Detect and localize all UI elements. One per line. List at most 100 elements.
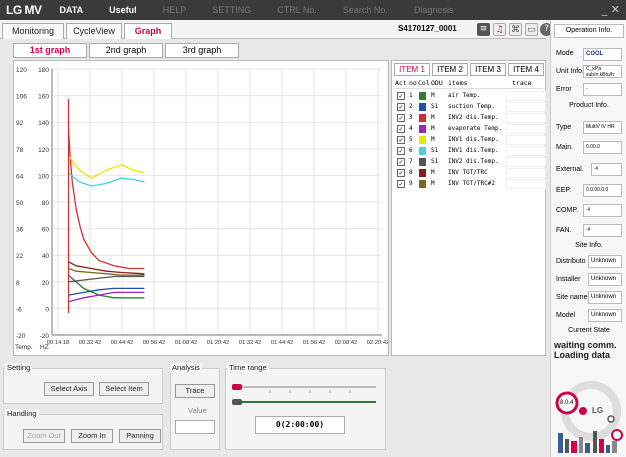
item-checkbox[interactable]: ✓ [397,125,405,133]
item-trace-cell [506,91,546,101]
line-chart[interactable]: 120 180106 16092 14078 12064 10050 8036 6022 408… [14,61,389,355]
main-label: Main. [556,144,574,151]
mode-value: COOL [583,48,622,61]
item-trace-cell [506,113,546,123]
mode-label: Mode [556,50,574,57]
screen-icon[interactable]: ▭ [525,23,538,36]
y-left-tick-label: 78 [16,147,24,154]
eep-label: EEP. [556,187,572,194]
site-info-header: Site Info. [575,242,603,249]
item-checkbox[interactable]: ✓ [397,180,405,188]
x-tick-label: 00:56:42 [143,340,166,346]
value-label: Value [186,406,209,415]
tab-2nd-graph[interactable]: 2nd graph [89,43,163,58]
y-right-tick-label: 80 [42,200,50,207]
x-tick-label: 00:44:42 [111,340,134,346]
list-icon[interactable]: ≡ [477,23,490,36]
y-left-tick-label: 50 [16,200,24,207]
y-left-tick-label: 120 [16,67,27,74]
item-trace-cell [506,135,546,145]
select-item-button[interactable]: Select Item [99,382,149,396]
item-odu: M [431,114,435,121]
item-color-swatch [419,103,426,111]
tab-item-2[interactable]: ITEM 2 [432,63,468,76]
tab-cycleview[interactable]: CycleView [66,23,122,39]
app-logo: LG MV [6,3,42,17]
y-left-tick-label: 106 [16,94,27,101]
item-row[interactable]: ✓ 2 S1 suction Temp. [394,102,546,112]
network-icon[interactable]: ⌘ [509,23,522,36]
header-trace: trace [512,79,532,87]
y-left-tick-label: -20 [16,333,26,340]
item-row[interactable]: ✓ 3 M INV2 dis.Temp. [394,113,546,123]
installer-label: Installer [556,276,581,283]
item-row[interactable]: ✓ 6 S1 INV1 dis.Temp. [394,146,546,156]
external-value: -# [591,163,622,176]
x-tick-label: 00:32:42 [79,340,102,346]
item-row[interactable]: ✓ 7 S1 INV2 dis.Temp. [394,157,546,167]
main-value: 0.00.0 [583,141,622,154]
item-checkbox[interactable]: ✓ [397,158,405,166]
series-line-9 [68,267,145,276]
item-name: INV TGT/TRC [448,169,488,176]
x-tick-label: 01:32:42 [239,340,262,346]
item-checkbox[interactable]: ✓ [397,169,405,177]
item-color-swatch [419,114,426,122]
item-name: INV1 dis.Temp. [448,136,499,143]
item-row[interactable]: ✓ 1 Mair Temp. [394,91,546,101]
menu-diagnosis[interactable]: Diagnosis [414,5,454,15]
graph-panel[interactable]: 120 180 106 160 92 140 78 120 64 100 50 80 36 60 22 40 8… [13,60,389,356]
item-checkbox[interactable]: ✓ [397,92,405,100]
item-list-header: Act no Col ODU items trace [394,78,543,89]
menu-help[interactable]: HELP [163,5,187,15]
select-axis-button[interactable]: Select Axis [44,382,94,396]
y-right-tick-label: -20 [40,333,50,340]
tab-item-4[interactable]: ITEM 4 [508,63,544,76]
menu-search-no[interactable]: Search No. [343,5,388,15]
item-trace-cell [506,157,546,167]
item-name: INV1 dis.Temp. [448,147,499,154]
zoom-out-button[interactable]: Zoom Out [23,429,65,443]
time-range-slider[interactable] [230,378,380,408]
item-row[interactable]: ✓ 8 M INV TGT/TRC [394,168,546,178]
menu-data[interactable]: DATA [60,5,84,15]
model-label: Model [556,312,576,319]
header-no: no [409,79,417,87]
tab-3rd-graph[interactable]: 3rd graph [165,43,239,58]
item-odu: M [431,125,435,132]
item-odu: S1 [431,158,439,165]
item-name: evaporate Temp. [448,125,503,132]
comp-value: -# [583,204,622,217]
tab-monitoring[interactable]: Monitoring [2,23,64,39]
menu-ctrl-no[interactable]: CTRL No. [277,5,317,15]
item-name: INV2 dis.Temp. [448,158,499,165]
y-left-axis-label: Temp. [15,344,33,351]
version-text: 8.0.4 [560,400,574,406]
item-row[interactable]: ✓ 9 M INV TGT/TRC#2 [394,179,546,189]
item-checkbox[interactable]: ✓ [397,147,405,155]
trace-button[interactable]: Trace [175,384,215,398]
error-label: Error [556,86,572,93]
brand-graphic [555,381,623,453]
header-items: items [448,79,468,87]
item-row[interactable]: ✓ 4 Mevaporate Temp. [394,124,546,134]
x-tick-label: 02:08:42 [335,340,358,346]
item-odu: S1 [431,147,439,154]
item-checkbox[interactable]: ✓ [397,103,405,111]
serial-number: S4170127_0001 [398,24,457,33]
item-checkbox[interactable]: ✓ [397,136,405,144]
time-range-title: Time range [227,363,269,372]
bell-icon[interactable]: ♫ [493,23,506,36]
menu-setting[interactable]: SETTING [212,5,251,15]
tab-graph[interactable]: Graph [124,23,172,39]
window-controls[interactable]: _ ✕ [602,3,620,16]
tab-item-3[interactable]: ITEM 3 [470,63,506,76]
item-row[interactable]: ✓ 5 M INV1 dis.Temp. [394,135,546,145]
tab-item-1[interactable]: ITEM 1 [394,63,430,76]
panning-button[interactable]: Panning [119,429,161,443]
menu-useful[interactable]: Useful [109,5,137,15]
item-checkbox[interactable]: ✓ [397,114,405,122]
zoom-in-button[interactable]: Zoom In [71,429,113,443]
tab-1st-graph[interactable]: 1st graph [13,43,87,58]
handling-title: Handling [5,409,39,418]
